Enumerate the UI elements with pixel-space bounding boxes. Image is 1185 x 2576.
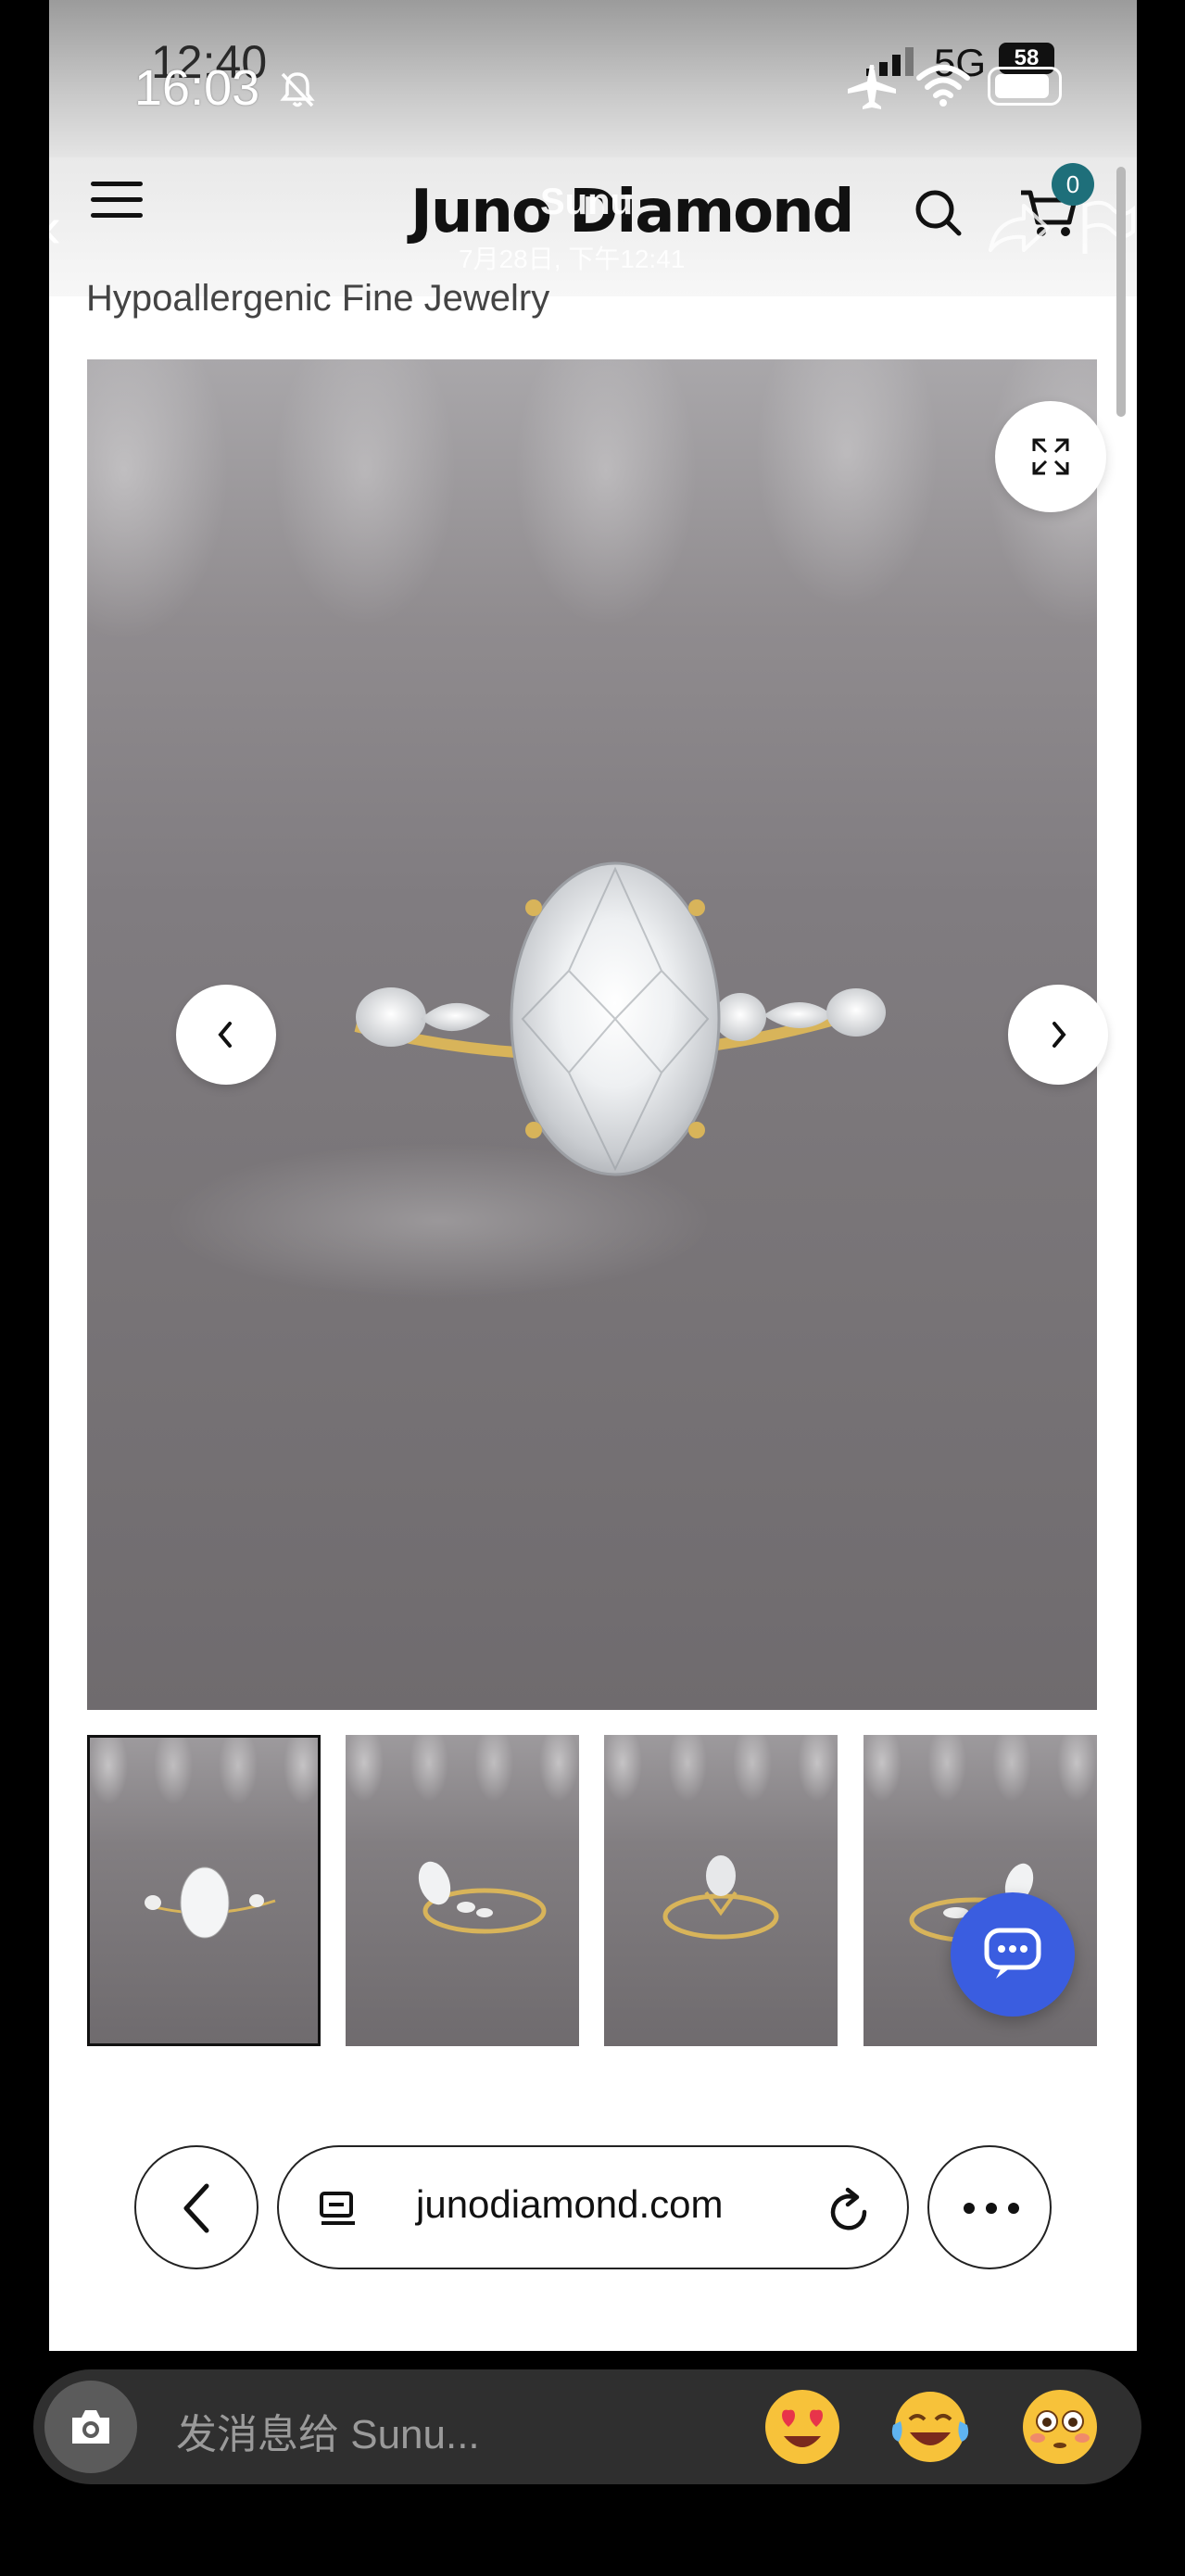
tears-of-joy-emoji-button[interactable] bbox=[888, 2384, 973, 2469]
bell-off-icon bbox=[280, 72, 315, 107]
thumbnail-1[interactable] bbox=[87, 1735, 321, 2046]
more-options-button[interactable] bbox=[927, 2145, 1052, 2269]
fullscreen-button[interactable] bbox=[995, 401, 1106, 512]
chat-bubble-icon bbox=[984, 1928, 1041, 1979]
browser-toolbar: junodiamond.com bbox=[49, 2112, 1137, 2351]
search-icon[interactable] bbox=[911, 185, 966, 241]
tagline: Hypoallergenic Fine Jewelry bbox=[86, 278, 550, 319]
browser-back-button[interactable] bbox=[134, 2145, 258, 2269]
share-icon[interactable] bbox=[987, 200, 1052, 256]
next-image-button[interactable] bbox=[1008, 985, 1108, 1085]
ring-image bbox=[354, 861, 886, 1176]
status-bar: 12:40 16:03 5G 58 bbox=[49, 0, 1137, 157]
flushed-emoji-button[interactable] bbox=[1017, 2384, 1103, 2469]
heart-eyes-emoji-button[interactable] bbox=[760, 2384, 845, 2469]
previous-image-button[interactable] bbox=[176, 985, 276, 1085]
chevron-left-icon bbox=[218, 1022, 232, 1048]
ellipsis-icon bbox=[964, 2203, 1019, 2214]
chat-back-arrow-icon[interactable]: ‹ bbox=[49, 193, 61, 261]
address-bar[interactable]: junodiamond.com bbox=[277, 2145, 909, 2269]
message-input[interactable]: 发消息给 Sunu... bbox=[176, 2401, 480, 2460]
mobile-browser-page: 12:40 16:03 5G 58 ‹ Juno Diamond bbox=[49, 0, 1137, 2351]
thumbnail-3[interactable] bbox=[604, 1735, 838, 2046]
wifi-icon bbox=[916, 65, 970, 107]
status-time: 16:03 bbox=[134, 60, 260, 116]
thumbnail-2[interactable] bbox=[346, 1735, 579, 2046]
address-url: junodiamond.com bbox=[416, 2182, 724, 2226]
chat-contact-name: Sunu bbox=[540, 182, 633, 222]
chevron-right-icon bbox=[1053, 1022, 1066, 1048]
chat-timestamp: 7月28日, 下午12:41 bbox=[459, 245, 686, 273]
chevron-left-icon bbox=[183, 2183, 209, 2233]
camera-button[interactable] bbox=[44, 2381, 137, 2473]
page-scrollbar[interactable] bbox=[1116, 167, 1126, 417]
airplane-icon bbox=[848, 65, 896, 109]
site-header: ‹ Juno Diamond Sunu 7月28日, 下午12:41 0 bbox=[49, 157, 1137, 296]
camera-icon bbox=[72, 2410, 109, 2444]
message-bar: 发消息给 Sunu... bbox=[33, 2369, 1141, 2484]
message-composer: 发消息给 Sunu... bbox=[0, 2351, 1185, 2576]
site-info-icon bbox=[320, 2192, 355, 2225]
live-chat-button[interactable] bbox=[951, 1892, 1075, 2017]
reload-icon[interactable] bbox=[827, 2186, 872, 2234]
flag-icon[interactable] bbox=[1079, 200, 1135, 256]
expand-icon bbox=[1032, 438, 1069, 475]
battery-icon bbox=[988, 67, 1062, 106]
menu-icon[interactable] bbox=[91, 182, 143, 222]
